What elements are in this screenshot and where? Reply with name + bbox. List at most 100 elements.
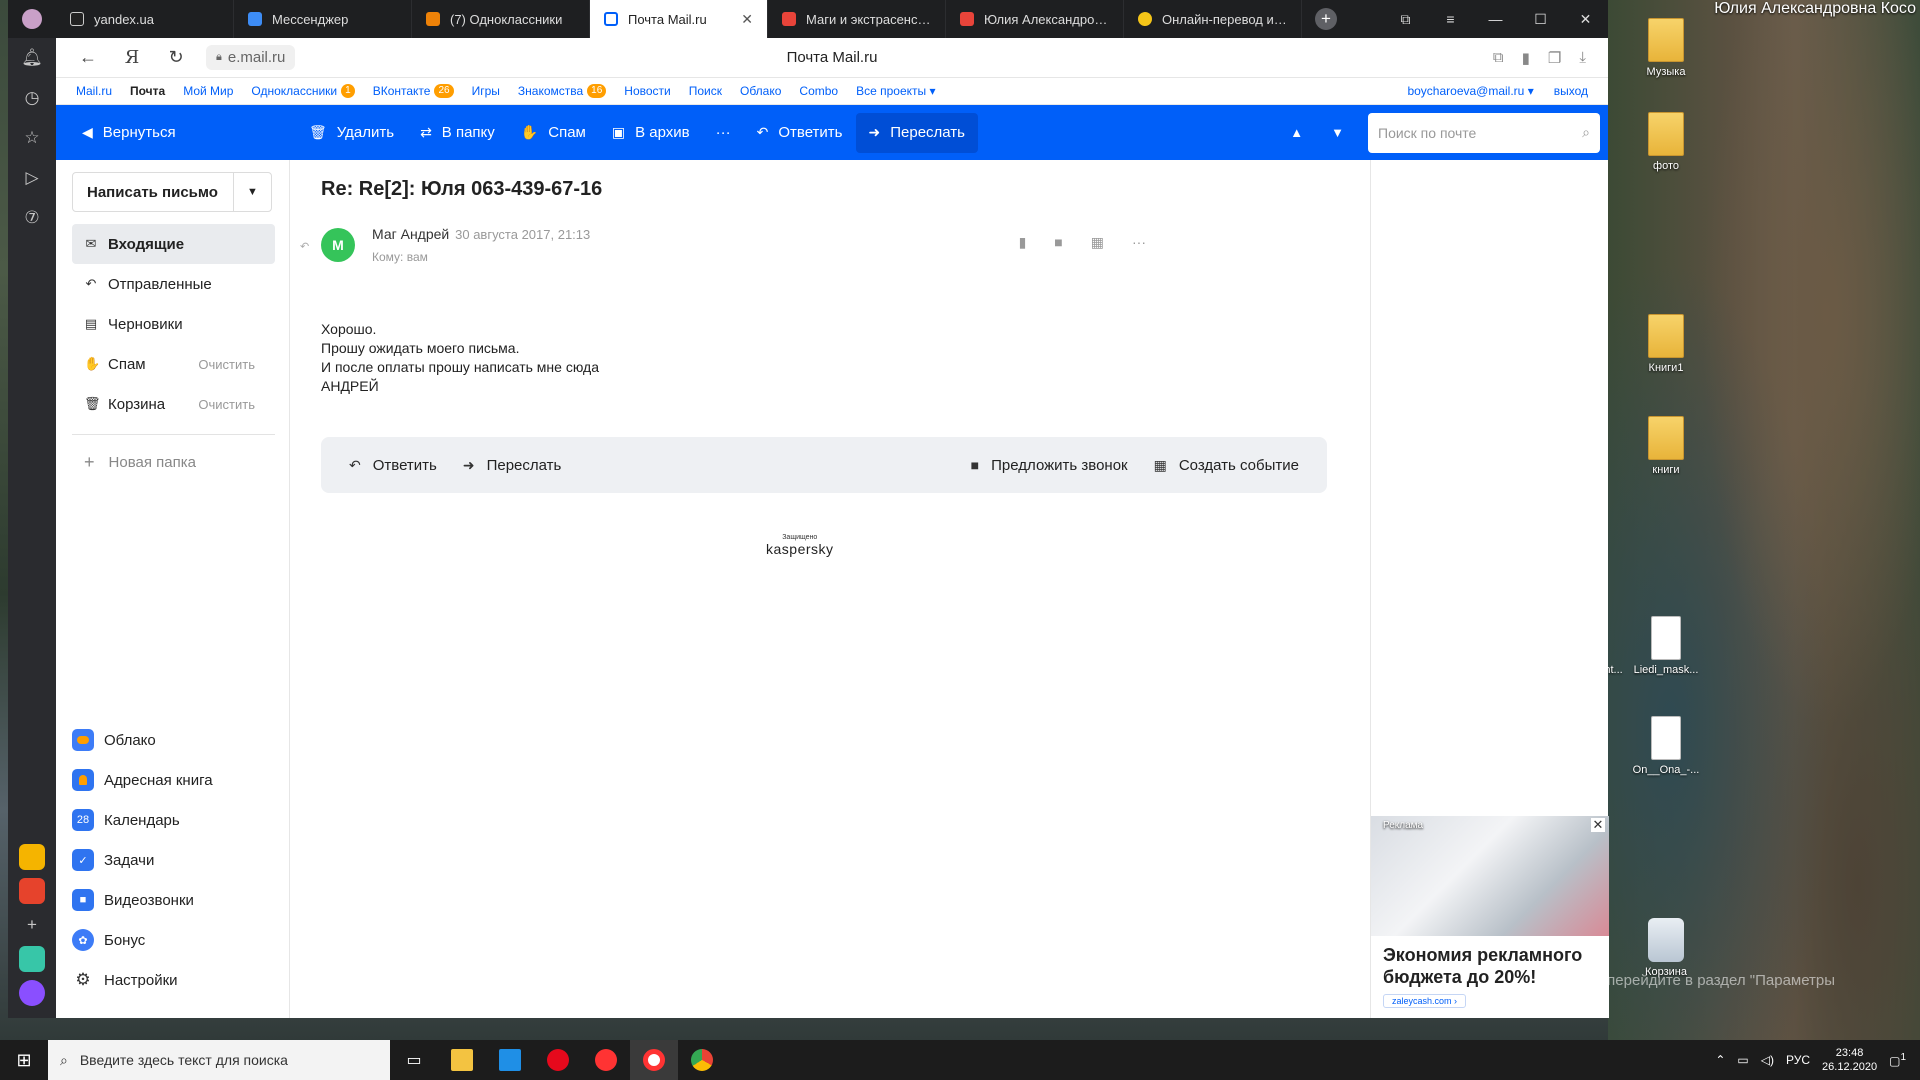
tabs-overview-icon[interactable]: ⧉ xyxy=(1383,0,1428,38)
desktop-icon-photo[interactable]: фото xyxy=(1628,112,1704,172)
folder-inbox[interactable]: ✉ Входящие xyxy=(72,224,275,264)
logout-link[interactable]: выход xyxy=(1554,84,1588,98)
yandex-browser-icon[interactable] xyxy=(630,1040,678,1080)
portal-link-cloud[interactable]: Облако xyxy=(740,84,781,98)
yandex-icon[interactable] xyxy=(582,1040,630,1080)
mail-app-icon[interactable] xyxy=(486,1040,534,1080)
bookmark-icon[interactable]: ▮ xyxy=(1019,234,1027,251)
desktop-icon-doc-on-ona[interactable]: On__Ona_-... xyxy=(1628,716,1704,776)
chrome-icon[interactable] xyxy=(678,1040,726,1080)
mail-app-icon[interactable] xyxy=(8,840,56,874)
browser-menu-icon[interactable] xyxy=(8,0,56,38)
task-view-icon[interactable]: ▭ xyxy=(390,1040,438,1080)
windows-start-icon[interactable]: ⊞ xyxy=(0,1050,48,1071)
chevron-down-icon[interactable]: ▼ xyxy=(233,173,271,211)
menu-icon[interactable]: ≡ xyxy=(1428,0,1473,38)
yandex-logo[interactable]: Я xyxy=(110,47,154,68)
back-button[interactable]: ◀ Вернуться xyxy=(56,105,296,160)
desktop-icon-doc-liedi[interactable]: Liedi_mask... xyxy=(1628,616,1704,676)
add-app-icon[interactable]: + xyxy=(8,908,56,942)
share-icon[interactable]: ⧉ xyxy=(1493,49,1504,67)
reply-button[interactable]: ↶ Ответить xyxy=(349,457,437,474)
app-settings[interactable]: ⚙ Настройки xyxy=(72,960,213,1000)
portal-link-myworld[interactable]: Мой Мир xyxy=(183,84,233,98)
reply-button[interactable]: ↶ Ответить xyxy=(744,105,856,160)
delete-button[interactable]: 🗑︎ Удалить xyxy=(296,105,407,160)
close-icon[interactable]: ✕ xyxy=(1591,817,1605,832)
portal-link-mailru[interactable]: Mail.ru xyxy=(76,84,112,98)
taskbar-search-input[interactable] xyxy=(79,1052,378,1068)
app-bonus[interactable]: ✿ Бонус xyxy=(72,920,213,960)
close-window-button[interactable]: ✕ xyxy=(1563,0,1608,38)
portal-link-dating[interactable]: Знакомства 16 xyxy=(518,84,607,98)
more-options-icon[interactable]: ··· xyxy=(1132,234,1146,251)
avatar[interactable]: М xyxy=(321,228,355,262)
mail-search-input[interactable] xyxy=(1378,124,1583,141)
search-icon[interactable]: ⌕ xyxy=(1582,124,1590,141)
portal-link-ok[interactable]: Одноклассники 1 xyxy=(251,84,355,98)
collections-icon[interactable]: ❐ xyxy=(1548,49,1561,67)
app-video-calls[interactable]: ■ Видеозвонки xyxy=(72,880,213,920)
spam-button[interactable]: ✋ Спам xyxy=(508,105,599,160)
tab-mail[interactable]: Почта Mail.ru ✕ xyxy=(590,0,768,38)
messenger-app-icon[interactable] xyxy=(8,942,56,976)
portal-link-news[interactable]: Новости xyxy=(624,84,670,98)
reload-icon[interactable]: ↻ xyxy=(154,47,198,68)
tab-yandex[interactable]: yandex.ua xyxy=(56,0,234,38)
tab-odnoklassniki[interactable]: (7) Одноклассники xyxy=(412,0,590,38)
alice-icon[interactable] xyxy=(8,976,56,1010)
history-icon[interactable]: ◷ xyxy=(8,78,56,118)
back-arrow-icon[interactable]: ← xyxy=(66,47,110,68)
tab-magi[interactable]: Маги и экстрасенсы: г xyxy=(768,0,946,38)
ad-link[interactable]: zaleycash.com › xyxy=(1383,994,1467,1008)
calendar-icon[interactable]: ▦ xyxy=(1091,234,1104,251)
move-to-folder-button[interactable]: ⇄ В папку xyxy=(407,105,508,160)
new-folder-button[interactable]: + Новая папка xyxy=(84,445,289,479)
more-button[interactable]: ··· xyxy=(703,105,744,160)
folder-drafts[interactable]: ▤ Черновики xyxy=(72,304,275,344)
app-cloud[interactable]: Облако xyxy=(72,720,213,760)
folder-spam[interactable]: ✋ Спам Очистить xyxy=(72,344,275,384)
compose-button[interactable]: Написать письмо xyxy=(73,184,233,201)
tab-messenger[interactable]: Мессенджер xyxy=(234,0,412,38)
desktop-icon-recycle-bin[interactable]: Корзина xyxy=(1628,918,1704,978)
portal-link-vk[interactable]: ВКонтакте 26 xyxy=(373,84,454,98)
minimize-button[interactable]: — xyxy=(1473,0,1518,38)
app-calendar[interactable]: 28 Календарь xyxy=(72,800,213,840)
forward-button[interactable]: ➜ Переслать xyxy=(855,112,978,153)
folder-trash[interactable]: 🗑 Корзина Очистить xyxy=(72,384,275,424)
clock[interactable]: 23:48 26.12.2020 xyxy=(1822,1046,1877,1074)
portal-link-mail[interactable]: Почта xyxy=(130,84,165,98)
desktop-icon-books1[interactable]: Книги1 xyxy=(1628,314,1704,374)
portal-link-search[interactable]: Поиск xyxy=(689,84,722,98)
bell-icon[interactable]: 🔔︎ xyxy=(8,38,56,78)
clear-trash-button[interactable]: Очистить xyxy=(198,397,255,412)
app-tasks[interactable]: ✓ Задачи xyxy=(72,840,213,880)
network-icon[interactable]: ▭ xyxy=(1737,1053,1748,1067)
mail-app-icon[interactable] xyxy=(8,874,56,908)
prev-message-icon[interactable]: ▲ xyxy=(1290,125,1303,140)
sender-name[interactable]: Маг Андрей xyxy=(372,226,449,242)
video-call-icon[interactable]: ■ xyxy=(1054,234,1062,251)
portal-link-all-projects[interactable]: Все проекты ▾ xyxy=(856,84,935,98)
explorer-icon[interactable] xyxy=(438,1040,486,1080)
download-icon[interactable]: ⤓ xyxy=(1579,49,1586,67)
folder-sent[interactable]: ↶ Отправленные xyxy=(72,264,275,304)
bookmark-icon[interactable]: ▮ xyxy=(1522,49,1530,67)
forward-button[interactable]: ➜ Переслать xyxy=(463,457,562,474)
new-tab-button[interactable]: + xyxy=(1302,0,1350,38)
calendar-seven-icon[interactable]: ⑦ xyxy=(8,198,56,238)
user-email-menu[interactable]: boycharoeva@mail.ru ▾ xyxy=(1407,84,1533,98)
maximize-button[interactable]: ☐ xyxy=(1518,0,1563,38)
close-icon[interactable]: ✕ xyxy=(741,11,753,28)
star-icon[interactable]: ☆ xyxy=(8,118,56,158)
url-field[interactable]: 🔒︎ e.mail.ru xyxy=(206,45,296,70)
notifications-icon[interactable]: ▢1 xyxy=(1889,1052,1906,1068)
portal-link-games[interactable]: Игры xyxy=(472,84,500,98)
next-message-icon[interactable]: ▼ xyxy=(1331,125,1344,140)
tab-translate[interactable]: Онлайн-перевод из к xyxy=(1124,0,1302,38)
tab-yulia[interactable]: Юлия Александровна xyxy=(946,0,1124,38)
language-indicator[interactable]: РУС xyxy=(1786,1053,1810,1067)
desktop-icon-music[interactable]: Музыка xyxy=(1628,18,1704,78)
app-contacts[interactable]: Адресная книга xyxy=(72,760,213,800)
